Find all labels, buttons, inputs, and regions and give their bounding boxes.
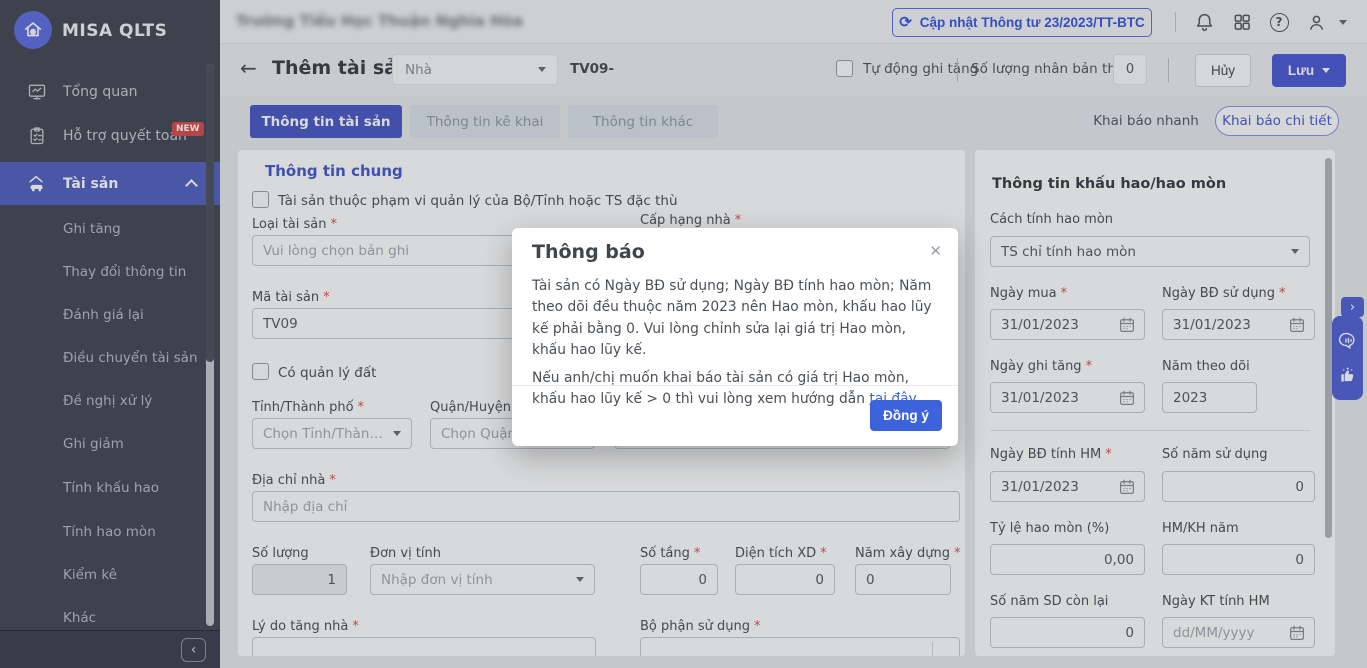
app-window: MISA QLTS Tổng quan Hỗ trợ quyết toán NE… bbox=[0, 0, 1367, 668]
agree-button[interactable]: Đồng ý bbox=[870, 400, 942, 431]
modal-title: Thông báo bbox=[532, 241, 645, 263]
modal-footer: Đồng ý bbox=[512, 385, 958, 446]
close-icon[interactable]: ✕ bbox=[929, 242, 942, 260]
notification-modal: Thông báo ✕ Tài sản có Ngày BĐ sử dụng; … bbox=[512, 228, 958, 446]
modal-paragraph-1: Tài sản có Ngày BĐ sử dụng; Ngày BĐ tính… bbox=[532, 276, 942, 362]
